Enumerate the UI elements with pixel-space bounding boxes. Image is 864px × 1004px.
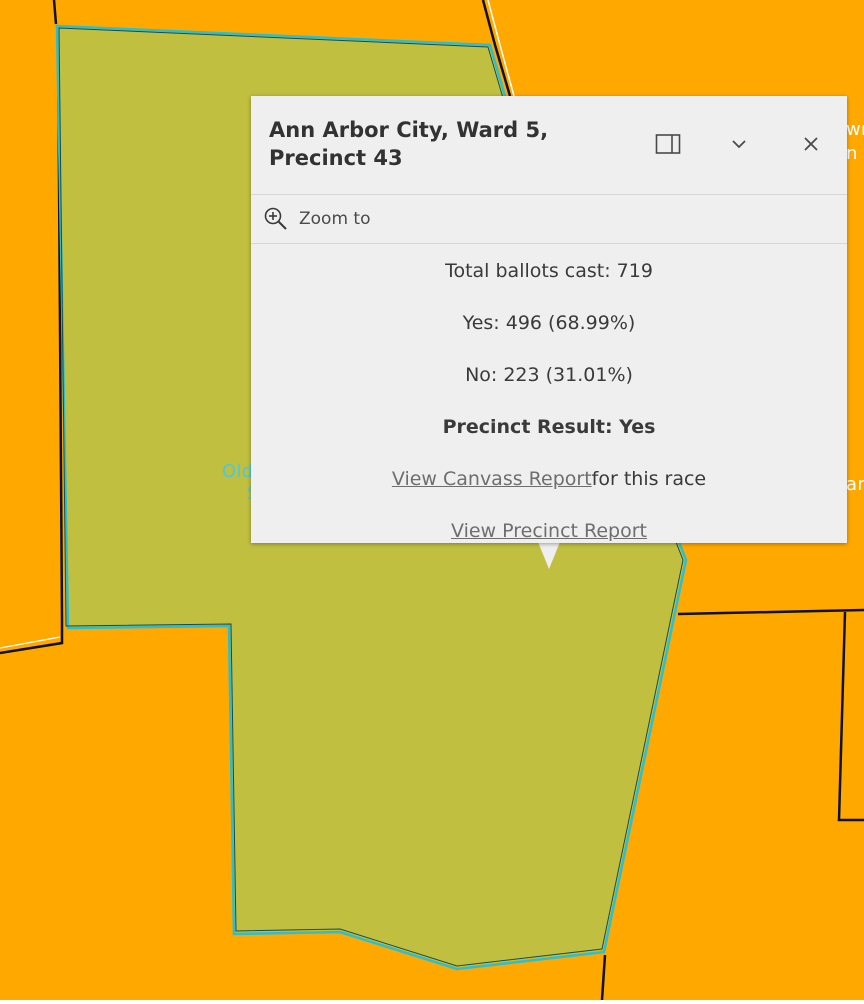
map-label-place: wn [846, 119, 864, 140]
collapse-button[interactable] [721, 126, 757, 162]
popup-header: Ann Arbor City, Ward 5, Precinct 43 [251, 96, 847, 195]
yes-votes-text: Yes: 496 (68.99%) [462, 312, 636, 334]
precinct-report-line: View Precinct Report [251, 518, 847, 543]
canvass-report-line: View Canvass Reportfor this race [251, 466, 847, 492]
map-label-street: Old [222, 461, 254, 482]
popup-pointer [538, 542, 560, 569]
precinct-result-text: Precinct Result: Yes [442, 416, 656, 438]
zoom-to-button[interactable]: Zoom to [263, 205, 370, 233]
no-votes-text: No: 223 (31.01%) [465, 364, 633, 386]
popup-content: Total ballots cast: 719 Yes: 496 (68.99%… [251, 244, 847, 543]
total-ballots-text: Total ballots cast: 719 [445, 260, 653, 282]
close-button[interactable] [793, 126, 829, 162]
zoom-in-magnifier-icon [264, 207, 287, 230]
view-precinct-report-link[interactable]: View Precinct Report [451, 520, 647, 542]
popup-title: Ann Arbor City, Ward 5, Precinct 43 [269, 118, 549, 170]
dock-button[interactable] [650, 126, 686, 162]
view-canvass-report-link[interactable]: View Canvass Report [392, 468, 592, 490]
map-label-place: n A [846, 143, 864, 164]
chevron-down-icon [732, 140, 746, 149]
popup-actions-bar: Zoom to [251, 195, 847, 244]
dock-side-icon [655, 134, 681, 154]
zoom-to-label: Zoom to [299, 209, 371, 229]
close-icon [804, 137, 818, 151]
canvass-report-suffix: for this race [591, 468, 707, 490]
map-label-place: an [846, 474, 864, 495]
feature-popup: Ann Arbor City, Ward 5, Precinct 43 Zoom… [251, 96, 847, 543]
